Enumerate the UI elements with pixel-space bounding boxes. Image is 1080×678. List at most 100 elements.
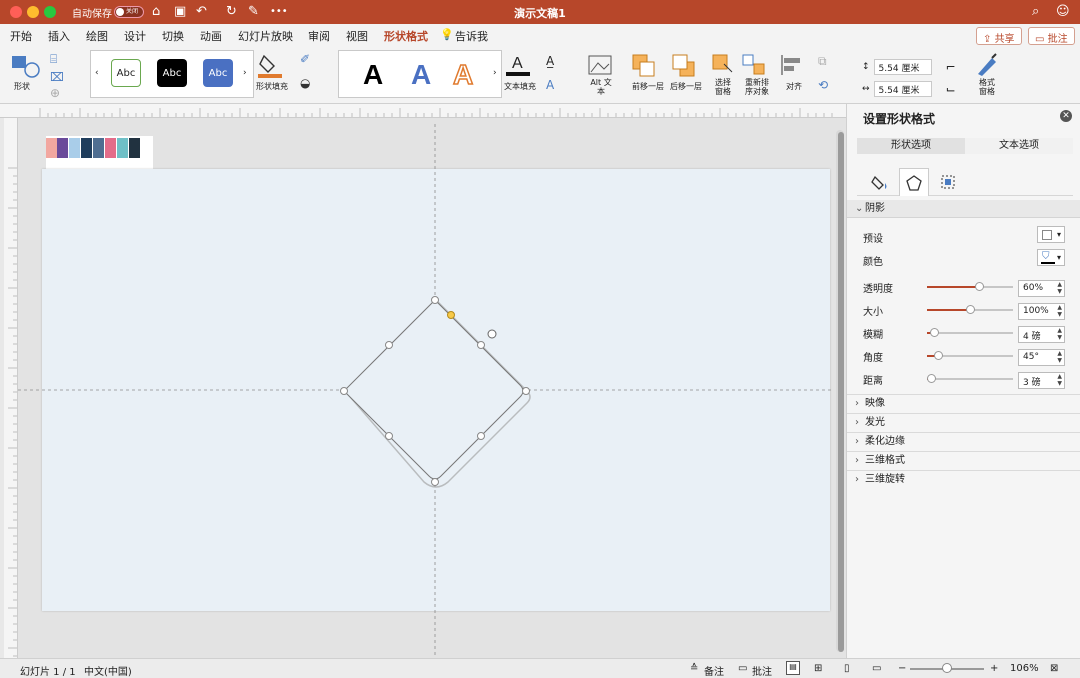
- distance-value: 3 磅: [1023, 378, 1041, 388]
- lock-aspect-icon[interactable]: ⌙: [946, 82, 956, 96]
- account-icon[interactable]: ☺: [1056, 4, 1070, 19]
- section-3d-format-label: 三维格式: [865, 455, 905, 466]
- chevron-right-icon: ›: [855, 436, 859, 447]
- chevron-down-icon: ▾: [1056, 253, 1061, 262]
- angle-slider-knob[interactable]: [934, 351, 944, 360]
- chevron-down-icon: ⌄: [855, 203, 864, 214]
- section-reflection[interactable]: › 映像: [847, 394, 1080, 412]
- chevron-down-icon: ▾: [1056, 230, 1061, 239]
- reading-view-icon[interactable]: ▯: [844, 663, 850, 674]
- distance-label: 距离: [863, 376, 883, 387]
- blur-value: 4 磅: [1023, 332, 1041, 342]
- slide-overlay: [18, 124, 834, 656]
- stepper-arrows-icon[interactable]: ▲ ▼: [1057, 327, 1062, 341]
- stepper-arrows-icon[interactable]: ▲ ▼: [1057, 350, 1062, 364]
- fill-line-icon[interactable]: [865, 168, 895, 196]
- section-soft-edges-label: 柔化边缘: [865, 436, 905, 447]
- blur-spinner[interactable]: 4 磅 ▲ ▼: [1018, 326, 1065, 343]
- zoom-in-icon[interactable]: +: [990, 663, 998, 674]
- chevron-right-icon: ›: [855, 455, 859, 466]
- transparency-slider-knob[interactable]: [974, 282, 984, 291]
- shape-options-tab[interactable]: 形状选项: [857, 138, 965, 154]
- blur-label: 模糊: [863, 330, 883, 341]
- slide-sorter-icon[interactable]: ⊞: [814, 663, 822, 674]
- distance-slider-knob[interactable]: [927, 374, 937, 383]
- rotate-handle-icon[interactable]: [487, 329, 497, 339]
- share-button[interactable]: ⇪ 共享: [976, 27, 1022, 45]
- comments-button[interactable]: ▭ 批注: [1028, 27, 1075, 45]
- transparency-spinner[interactable]: 60% ▲ ▼: [1018, 280, 1065, 297]
- angle-value: 45°: [1023, 352, 1039, 362]
- color-label: 颜色: [863, 257, 883, 268]
- zoom-level[interactable]: 106%: [1010, 663, 1039, 674]
- slide-counter: 幻灯片 1 / 1: [20, 667, 76, 678]
- notes-button[interactable]: 备注: [704, 663, 724, 678]
- adjust-handle[interactable]: [447, 311, 455, 319]
- preset-swatch: [1042, 230, 1052, 240]
- section-glow-label: 发光: [865, 417, 885, 428]
- section-soft-edges[interactable]: › 柔化边缘: [847, 432, 1080, 450]
- size-spinner[interactable]: 100% ▲ ▼: [1018, 303, 1065, 320]
- notes-icon[interactable]: ≙: [690, 663, 698, 674]
- format-pane-label: 格式 窗格: [979, 78, 995, 96]
- pane-title: 设置形状格式: [863, 112, 936, 126]
- normal-view-icon[interactable]: ▤: [786, 661, 800, 675]
- width-input[interactable]: 5.54 厘米: [873, 80, 932, 97]
- color-dropdown[interactable]: ⛉ ▾: [1037, 249, 1065, 266]
- size-slider-knob[interactable]: [966, 305, 975, 314]
- section-shadow[interactable]: ⌄ 阴影: [847, 200, 1080, 218]
- section-3d-rotation-label: 三维旋转: [865, 474, 905, 485]
- preset-dropdown[interactable]: ▾: [1037, 226, 1065, 243]
- zoom-out-icon[interactable]: −: [898, 663, 906, 674]
- height-row: ↕ 5.54 厘米 ⌐: [862, 58, 956, 75]
- zoom-slider-knob[interactable]: [942, 663, 952, 673]
- stepper-arrows-icon[interactable]: ▲ ▼: [1057, 373, 1062, 387]
- fit-to-window-icon[interactable]: ⊠: [1050, 663, 1058, 674]
- chevron-right-icon: ›: [855, 398, 859, 409]
- transparency-slider[interactable]: [927, 282, 1013, 291]
- preset-label: 预设: [863, 234, 883, 245]
- angle-slider[interactable]: [927, 351, 1013, 360]
- distance-slider[interactable]: [927, 374, 1013, 383]
- section-shadow-label: 阴影: [865, 203, 885, 214]
- blur-slider-knob[interactable]: [929, 328, 939, 337]
- size-slider[interactable]: [927, 305, 1013, 314]
- options-segmented-control: 形状选项 文本选项: [857, 138, 1073, 154]
- status-comments-button[interactable]: 批注: [752, 663, 772, 678]
- stepper-arrows-icon[interactable]: ▲ ▼: [1057, 281, 1062, 295]
- effects-icon[interactable]: [899, 168, 929, 196]
- distance-spinner[interactable]: 3 磅 ▲ ▼: [1018, 372, 1065, 389]
- text-options-tab[interactable]: 文本选项: [965, 138, 1073, 154]
- section-3d-format[interactable]: › 三维格式: [847, 451, 1080, 469]
- color-swatch: [1041, 262, 1055, 264]
- search-icon[interactable]: ⌕: [1032, 4, 1039, 19]
- comments-icon[interactable]: ▭: [738, 663, 747, 674]
- comments-label: 批注: [1047, 34, 1068, 45]
- size-properties-icon[interactable]: [933, 168, 963, 196]
- format-pane-icon[interactable]: [974, 52, 1000, 78]
- width-icon: ↔: [862, 83, 870, 94]
- size-label: 大小: [863, 307, 883, 318]
- angle-spinner[interactable]: 45° ▲ ▼: [1018, 349, 1065, 366]
- crop-icon[interactable]: ⌐: [946, 60, 956, 74]
- height-input[interactable]: 5.54 厘米: [873, 58, 932, 75]
- section-glow[interactable]: › 发光: [847, 413, 1080, 431]
- transparency-label: 透明度: [863, 284, 893, 295]
- section-reflection-label: 映像: [865, 398, 885, 409]
- slideshow-icon[interactable]: ▭: [872, 663, 881, 674]
- height-icon: ↕: [862, 61, 870, 72]
- section-3d-rotation[interactable]: › 三维旋转: [847, 470, 1080, 488]
- paint-bucket-icon: ⛉: [1042, 251, 1050, 262]
- close-pane-icon[interactable]: ✕: [1060, 110, 1072, 122]
- language-status[interactable]: 中文(中国): [84, 663, 132, 678]
- transparency-slider-fill: [927, 286, 979, 288]
- diamond-shape[interactable]: [343, 299, 524, 480]
- width-row: ↔ 5.54 厘米 ⌙: [862, 80, 956, 97]
- chevron-right-icon: ›: [855, 417, 859, 428]
- scrollbar-thumb[interactable]: [838, 132, 844, 652]
- blur-slider[interactable]: [927, 328, 1013, 337]
- format-shape-pane: 设置形状格式 ✕ 形状选项 文本选项 ⌄ 阴影 预设 ▾ 颜色 ⛉ ▾ 透明度 60…: [846, 104, 1080, 658]
- transparency-value: 60%: [1023, 283, 1044, 293]
- stepper-arrows-icon[interactable]: ▲ ▼: [1057, 304, 1062, 318]
- size-slider-fill: [927, 309, 970, 311]
